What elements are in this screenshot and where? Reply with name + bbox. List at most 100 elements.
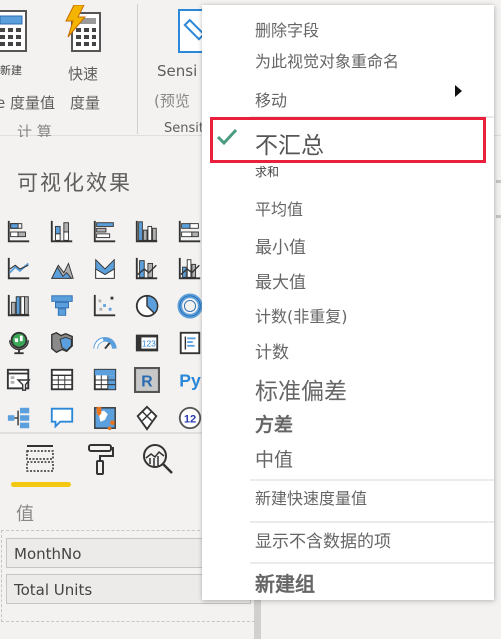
menu-separator bbox=[250, 479, 494, 481]
power-apps-icon bbox=[136, 405, 158, 431]
r-visual-visual-button[interactable]: R bbox=[132, 365, 162, 395]
menu-item-median[interactable]: 中值 bbox=[255, 445, 293, 472]
quick-measure-label-1: 快速 bbox=[68, 65, 99, 83]
line-chart-icon bbox=[7, 257, 30, 280]
menu-item-remove-field[interactable]: 删除字段 bbox=[255, 17, 319, 41]
right-pane-edge bbox=[496, 180, 501, 183]
quick-measure-lightning-icon bbox=[65, 5, 101, 52]
menu-item-new-group[interactable]: 新建组 bbox=[255, 568, 315, 597]
analytics-magnifier-icon bbox=[143, 444, 173, 474]
format-tab[interactable] bbox=[80, 442, 120, 476]
line-and-clustered-column-chart-icon bbox=[178, 257, 201, 280]
scatter-chart-icon bbox=[93, 294, 116, 317]
menu-item-count[interactable]: 计数 bbox=[255, 338, 289, 363]
stacked-column-chart-visual-button[interactable] bbox=[47, 217, 77, 247]
donut-chart-visual-button[interactable] bbox=[175, 291, 205, 321]
stacked-area-chart-visual-button[interactable] bbox=[90, 254, 120, 284]
new-measure-label-1: 新建 bbox=[0, 64, 22, 77]
slicer-visual-button[interactable] bbox=[4, 365, 34, 395]
filled-map-icon bbox=[51, 332, 73, 354]
menu-item-average[interactable]: 平均值 bbox=[255, 196, 303, 220]
area-chart-visual-button[interactable] bbox=[47, 254, 77, 284]
calculator-icon bbox=[0, 10, 27, 52]
card-icon: 123 bbox=[135, 334, 159, 352]
card-visual-button[interactable]: 123 bbox=[132, 328, 162, 358]
menu-separator bbox=[250, 521, 494, 523]
line-and-clustered-column-chart-visual-button[interactable] bbox=[175, 254, 205, 284]
line-and-stacked-column-chart-icon bbox=[135, 257, 158, 280]
paint-roller-icon bbox=[88, 444, 114, 475]
menu-separator bbox=[250, 562, 494, 564]
funnel-chart-visual-button[interactable] bbox=[47, 291, 77, 321]
shape-map-visual-button[interactable] bbox=[90, 403, 120, 433]
svg-text:12: 12 bbox=[184, 414, 196, 426]
clustered-column-chart-icon bbox=[135, 220, 158, 243]
slicer-icon bbox=[6, 368, 31, 391]
donut-chart-icon bbox=[177, 293, 203, 319]
new-measure-label-2: e 度量值 bbox=[0, 94, 55, 112]
shape-map-icon bbox=[94, 406, 116, 431]
area-chart-icon bbox=[51, 262, 74, 279]
100-stacked-bar-chart-visual-button[interactable] bbox=[175, 217, 205, 247]
analytics-tab[interactable] bbox=[138, 442, 178, 476]
multi-row-card-icon bbox=[179, 331, 201, 355]
scatter-chart-visual-button[interactable] bbox=[90, 291, 120, 321]
power-apps-visual-button[interactable] bbox=[132, 403, 162, 433]
menu-item-minimum[interactable]: 最小值 bbox=[255, 233, 306, 258]
visualizations-title: 可视化效果 bbox=[17, 171, 132, 195]
stacked-column-chart-icon bbox=[50, 220, 73, 243]
line-chart-visual-button[interactable] bbox=[4, 254, 34, 284]
kpi-number-icon: 12 bbox=[178, 406, 202, 430]
python-visual-visual-button[interactable]: Py bbox=[175, 365, 205, 395]
gauge-visual-button[interactable] bbox=[90, 328, 120, 358]
clustered-bar-chart-icon bbox=[93, 220, 116, 243]
100-stacked-bar-chart-icon bbox=[178, 220, 201, 243]
line-and-stacked-column-chart-visual-button[interactable] bbox=[132, 254, 162, 284]
map-globe-visual-button[interactable] bbox=[4, 328, 34, 358]
stacked-bar-chart-icon bbox=[7, 220, 30, 243]
svg-text:Py: Py bbox=[179, 371, 201, 391]
ribbon-chart-visual-button[interactable] bbox=[4, 291, 34, 321]
sensitivity-label-2: (预览 bbox=[154, 92, 190, 110]
menu-item-variance[interactable]: 方差 bbox=[255, 410, 293, 437]
qa-chat-icon bbox=[50, 407, 74, 429]
pie-chart-visual-button[interactable] bbox=[132, 291, 162, 321]
quick-measure-label-2: 度量 bbox=[70, 94, 101, 112]
filled-map-visual-button[interactable] bbox=[47, 328, 77, 358]
kpi-number-visual-button[interactable]: 12 bbox=[175, 403, 205, 433]
pane-divider bbox=[0, 432, 205, 434]
active-tab-indicator bbox=[11, 482, 71, 487]
sensitivity-label-1: Sensi bbox=[157, 62, 198, 80]
field-context-menu: 删除字段 为此视觉对象重命名 移动 不汇总 求和 平均值 最小值 最大值 计数(… bbox=[202, 5, 494, 600]
pie-chart-icon bbox=[135, 294, 159, 318]
python-visual-icon: Py bbox=[179, 371, 201, 391]
table-icon bbox=[50, 368, 74, 391]
fields-tab[interactable] bbox=[20, 442, 60, 476]
highlight-annotation-box bbox=[210, 117, 486, 163]
stacked-bar-chart-visual-button[interactable] bbox=[4, 217, 34, 247]
map-globe-icon bbox=[9, 331, 29, 355]
qa-chat-visual-button[interactable] bbox=[47, 403, 77, 433]
svg-text:R: R bbox=[141, 374, 153, 391]
ribbon-separator bbox=[137, 4, 138, 134]
stacked-area-chart-icon bbox=[95, 258, 115, 279]
menu-item-std-deviation[interactable]: 标准偏差 bbox=[255, 372, 347, 406]
menu-item-maximum[interactable]: 最大值 bbox=[255, 268, 306, 293]
decomposition-tree-visual-button[interactable] bbox=[4, 403, 34, 433]
funnel-chart-icon bbox=[51, 295, 73, 316]
menu-item-move[interactable]: 移动 bbox=[255, 87, 287, 111]
right-pane-edge bbox=[496, 215, 501, 218]
gauge-icon bbox=[93, 336, 117, 350]
menu-item-new-quick-measure[interactable]: 新建快速度量值 bbox=[255, 485, 367, 509]
multi-row-card-visual-button[interactable] bbox=[175, 328, 205, 358]
clustered-bar-chart-visual-button[interactable] bbox=[90, 217, 120, 247]
table-visual-button[interactable] bbox=[47, 365, 77, 395]
decomposition-tree-icon bbox=[7, 407, 30, 429]
sensitivity-group-label: Sensit bbox=[164, 121, 204, 136]
clustered-column-chart-visual-button[interactable] bbox=[132, 217, 162, 247]
menu-item-show-items-with-no-data[interactable]: 显示不含数据的项 bbox=[255, 527, 391, 552]
menu-item-count-distinct[interactable]: 计数(非重复) bbox=[255, 303, 348, 327]
menu-item-rename-for-visual[interactable]: 为此视觉对象重命名 bbox=[255, 48, 399, 72]
matrix-visual-button[interactable] bbox=[90, 365, 120, 395]
menu-item-sum[interactable]: 求和 bbox=[255, 163, 279, 180]
